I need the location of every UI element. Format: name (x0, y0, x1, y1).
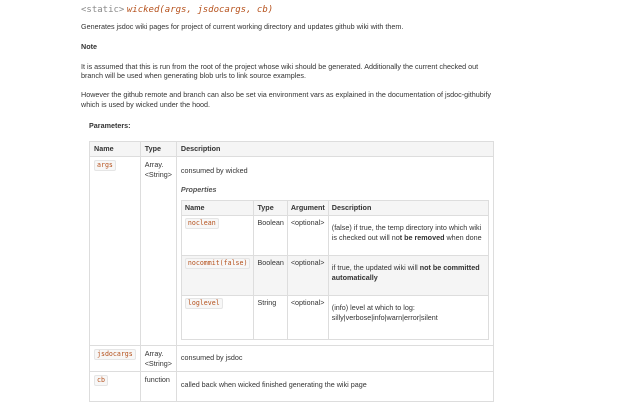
prop-col-header-name: Name (180, 200, 255, 217)
env-paragraph: However the github remote and branch can… (81, 90, 491, 109)
prop-argument: <optional> (286, 215, 329, 257)
prop-desc-bold: t be removed (399, 232, 445, 242)
param-type-line1: Array. (144, 349, 164, 359)
prop-description: if true, the updated wiki will not be co… (327, 255, 489, 297)
col-header-type: Type (139, 141, 177, 157)
param-description-cell: consumed by wicked Properties Name Type … (175, 155, 494, 347)
param-type-cell: function (139, 371, 177, 403)
prop-argument: <optional> (286, 295, 329, 341)
param-name-cell: args (89, 155, 141, 347)
table-row: args Array. <String> consumed by wicked … (89, 155, 494, 347)
param-description-cell: called back when wicked finished generat… (175, 371, 494, 403)
doc-page: <static> wicked(args, jsdocargs, cb) Gen… (0, 3, 640, 403)
note-heading: Note (81, 41, 97, 51)
prop-desc-line1: (info) level at which to log: (331, 303, 415, 313)
prop-desc-line2: silly|verbose|info|warn|error|silent (331, 312, 438, 322)
prop-name-cell: noclean (180, 215, 255, 257)
param-type-line2: <String> (144, 169, 172, 179)
prop-name: noclean (184, 218, 219, 229)
table-row: jsdocargs Array. <String> consumed by js… (89, 345, 494, 373)
properties-heading: Properties (180, 184, 217, 194)
param-name: jsdocargs (94, 349, 136, 360)
param-type-line1: Array. (144, 159, 164, 169)
param-type-line2: <String> (144, 358, 172, 368)
prop-col-header-type: Type (253, 200, 288, 217)
param-description: consumed by wicked (180, 165, 248, 175)
note-paragraph: It is assumed that this is run from the … (81, 61, 479, 81)
parameters-heading: Parameters: (89, 121, 131, 131)
table-row: cb function called back when wicked fini… (89, 371, 494, 403)
prop-type: Boolean (253, 255, 288, 297)
param-description: called back when wicked finished generat… (180, 380, 367, 390)
prop-description: (false) if true, the temp directory into… (327, 215, 489, 257)
prop-col-header-description: Description (327, 200, 489, 217)
prop-description: (info) level at which to log: silly|verb… (327, 295, 489, 341)
static-tag: <static> (81, 5, 125, 15)
summary-text: Generates jsdoc wiki pages for project o… (81, 22, 404, 32)
table-row: loglevel String <optional> (info) level … (180, 295, 489, 341)
param-name-cell: cb (89, 371, 141, 403)
prop-type: Boolean (253, 215, 288, 257)
param-name: args (94, 159, 116, 171)
properties-header-row: Name Type Argument Description (180, 200, 489, 217)
table-row: noclean Boolean <optional> (false) if tr… (180, 215, 489, 257)
param-name: cb (94, 375, 108, 387)
parameters-header-row: Name Type Description (89, 141, 494, 157)
param-type-line1: function (144, 375, 170, 385)
prop-type: String (253, 295, 288, 341)
parameters-table: Name Type Description args Array. <Strin… (89, 141, 494, 403)
method-signature: <static> wicked(args, jsdocargs, cb) (81, 3, 640, 16)
prop-col-header-argument: Argument (286, 200, 329, 217)
prop-name: loglevel (184, 298, 223, 309)
method-name: wicked(args, jsdocargs, cb) (126, 5, 274, 15)
param-description: consumed by jsdoc (180, 353, 243, 363)
prop-desc-tail: when done (444, 232, 482, 242)
prop-argument: <optional> (286, 255, 329, 297)
prop-name-cell: loglevel (180, 295, 255, 341)
table-row: nocommit(false) Boolean <optional> if tr… (180, 255, 489, 297)
properties-table: Name Type Argument Description noclean B… (180, 200, 489, 341)
prop-desc-text: if true, the updated wiki will (331, 263, 420, 273)
prop-name: nocommit(false) (184, 258, 251, 269)
col-header-name: Name (89, 141, 141, 157)
prop-name-cell: nocommit(false) (180, 255, 255, 297)
param-type-cell: Array. <String> (139, 345, 177, 373)
param-description-cell: consumed by jsdoc (175, 345, 494, 373)
param-type-cell: Array. <String> (139, 155, 177, 347)
param-name-cell: jsdocargs (89, 345, 141, 373)
col-header-description: Description (175, 141, 494, 157)
